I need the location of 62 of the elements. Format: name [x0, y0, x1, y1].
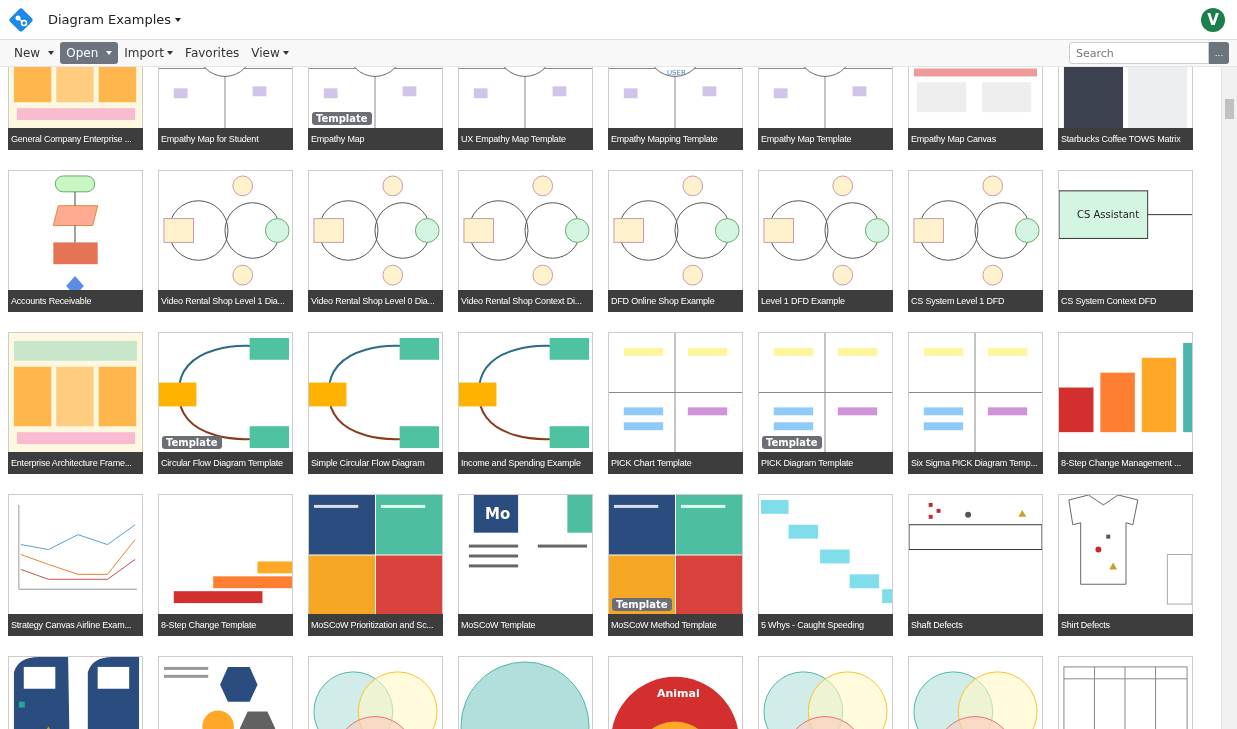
diagram-drawing[interactable] — [159, 337, 290, 449]
diagram-drawing[interactable] — [1059, 342, 1192, 433]
card-title: Shirt Defects — [1058, 614, 1193, 636]
template-badge: Template — [312, 112, 372, 125]
card-title: 8-Step Change Template — [158, 614, 293, 636]
menu-button[interactable]: View — [245, 42, 295, 64]
card-title: Video Rental Shop Context Di... — [458, 290, 593, 312]
more-button[interactable]: ... — [1209, 42, 1229, 64]
card-title: Simple Circular Flow Diagram — [308, 452, 443, 474]
diagram-drawing[interactable] — [610, 676, 740, 729]
card-title: Empathy Map for Student — [158, 128, 293, 150]
card-title: Empathy Map — [308, 128, 443, 150]
card-title: Empathy Map Template — [758, 128, 893, 150]
diagram-drawing[interactable] — [163, 666, 276, 729]
card-title: Video Rental Shop Level 1 Dia... — [158, 290, 293, 312]
template-badge: Template — [762, 436, 822, 449]
card-title: CS System Context DFD — [1058, 290, 1193, 312]
menu-button[interactable]: Import — [118, 42, 180, 64]
card-title: MoSCoW Prioritization and Sc... — [308, 614, 443, 636]
card-title: DFD Online Shop Example — [608, 290, 743, 312]
card-title: Shaft Defects — [908, 614, 1043, 636]
template-badge: Template — [162, 436, 222, 449]
card-title: General Company Enterprise ... — [8, 128, 143, 150]
diagram-drawing[interactable] — [909, 502, 1042, 551]
diagram-drawing[interactable] — [759, 333, 892, 452]
diagram-drawing[interactable] — [173, 561, 292, 604]
card-title: MoSCoW Template — [458, 614, 593, 636]
diagram-drawing[interactable] — [309, 495, 442, 614]
menu-button[interactable]: Open — [60, 42, 119, 64]
card-title: Circular Flow Diagram Template — [158, 452, 293, 474]
card-title: Accounts Receivable — [8, 290, 143, 312]
diagram-drawing[interactable] — [1063, 67, 1188, 128]
menu-button[interactable]: New — [8, 42, 61, 64]
card-title: 5 Whys - Caught Speeding — [758, 614, 893, 636]
card-title: 8-Step Change Management ... — [1058, 452, 1193, 474]
card-title: Video Rental Shop Level 0 Dia... — [308, 290, 443, 312]
card-title: Enterprise Architecture Frame... — [8, 452, 143, 474]
scrollbar[interactable] — [1221, 67, 1237, 729]
thumbnail-text: Animal — [657, 687, 700, 700]
thumbnail-text: Mo — [485, 505, 511, 523]
card-title: UX Empathy Map Template — [458, 128, 593, 150]
card-title: MoSCoW Method Template — [608, 614, 743, 636]
card-title: Starbucks Coffee TOWS Matrix — [1058, 128, 1193, 150]
card-title: PICK Diagram Template — [758, 452, 893, 474]
card-title: Empathy Mapping Template — [608, 128, 743, 150]
card-title: Strategy Canvas Airline Exam... — [8, 614, 143, 636]
diagram-drawing[interactable] — [1059, 190, 1192, 239]
diagram-drawing[interactable] — [468, 495, 592, 568]
card-title: Level 1 DFD Example — [758, 290, 893, 312]
card-title: CS System Level 1 DFD — [908, 290, 1043, 312]
card-title: Six Sigma PICK Diagram Temp... — [908, 452, 1043, 474]
card-title: PICK Chart Template — [608, 452, 743, 474]
diagram-drawing[interactable] — [609, 495, 742, 614]
template-badge: Template — [612, 598, 672, 611]
thumbnail-text: CS Assistant — [1077, 209, 1140, 220]
user-avatar[interactable]: V — [1201, 7, 1225, 32]
document-title-menu[interactable]: Diagram Examples — [48, 12, 182, 27]
menu-button[interactable]: Favorites — [179, 42, 246, 64]
diagram-drawing[interactable] — [13, 657, 140, 729]
card-title: Empathy Map Canvas — [908, 128, 1043, 150]
search-field[interactable]: Search — [1069, 42, 1209, 64]
card-title: Income and Spending Example — [458, 452, 593, 474]
